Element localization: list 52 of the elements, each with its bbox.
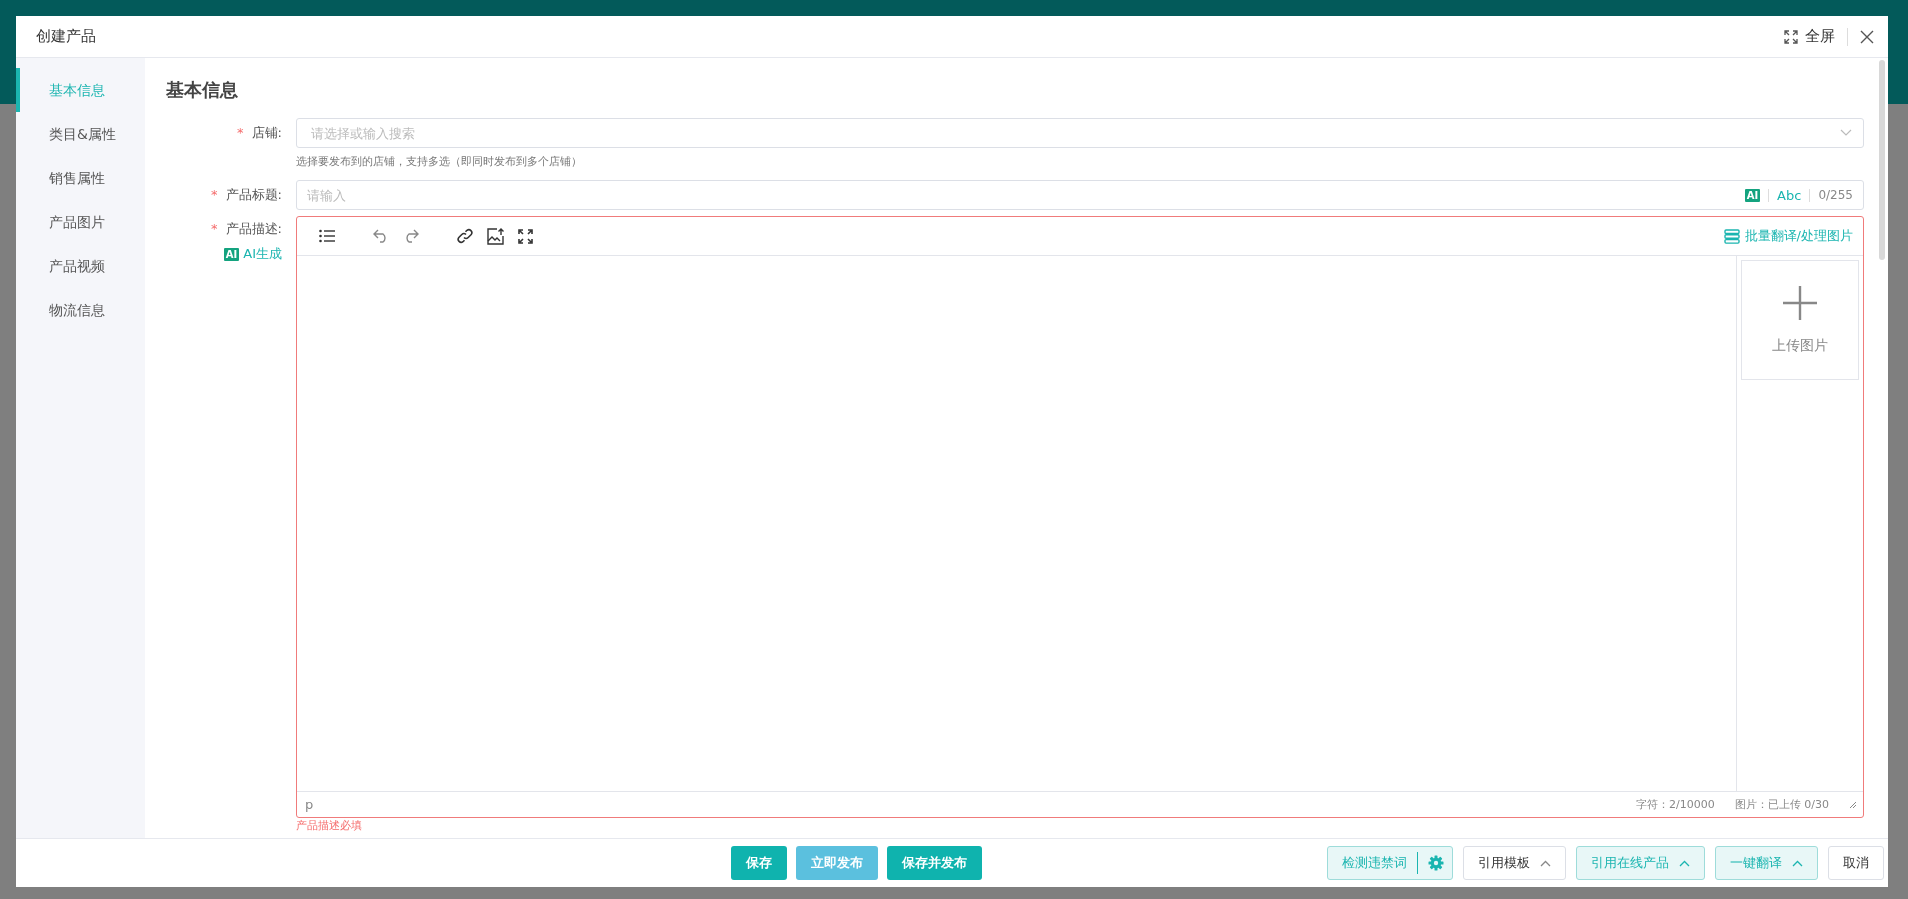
chevron-down-icon [1840, 129, 1852, 137]
sidebar-item[interactable]: 类目&属性 [16, 112, 145, 156]
footer-button[interactable]: 保存并发布 [887, 846, 982, 880]
sidebar-item[interactable]: 基本信息 [16, 68, 145, 112]
caret-up-icon [1792, 859, 1803, 867]
caret-up-icon [1540, 859, 1551, 867]
sidebar-item[interactable]: 物流信息 [16, 288, 145, 332]
fullscreen-button[interactable]: 全屏 [1784, 27, 1835, 46]
footer-button[interactable]: 引用模板 [1463, 846, 1566, 880]
scrollbar[interactable] [1879, 60, 1885, 260]
required-mark: * [211, 187, 218, 202]
required-mark: * [237, 125, 244, 140]
field-label: 产品描述: [225, 221, 282, 236]
field-label: 店铺: [251, 125, 282, 140]
field-label: 产品标题: [225, 187, 282, 202]
error-message: 产品描述必填 [296, 818, 363, 834]
undo-icon[interactable] [373, 229, 389, 243]
sidebar-item[interactable]: 产品图片 [16, 200, 145, 244]
upload-image-tile[interactable]: 上传图片 [1741, 260, 1859, 380]
resize-handle-icon[interactable] [1849, 800, 1857, 809]
field-hint: 选择要发布到的店铺，支持多选（即同时发布到多个店铺） [296, 154, 583, 170]
store-select[interactable]: 请选择或输入搜索 [296, 118, 1864, 148]
link-icon[interactable] [457, 228, 473, 244]
footer-button[interactable]: 一键翻译 [1715, 846, 1818, 880]
bulleted-list-icon[interactable] [319, 229, 335, 243]
section-title: 基本信息 [166, 78, 239, 102]
image-count: 图片：已上传 0/30 [1734, 797, 1829, 812]
redo-icon[interactable] [403, 229, 419, 243]
sidebar-item[interactable]: 销售属性 [16, 156, 145, 200]
ai-generate-link[interactable]: AI AI生成 [223, 244, 282, 264]
stacked-rows-icon [1723, 228, 1740, 244]
fullscreen-icon[interactable] [518, 228, 533, 244]
title-field[interactable]: 请输入 AI Abc 0/255 [296, 180, 1864, 210]
element-path: p [305, 797, 314, 812]
image-upload-icon[interactable] [487, 227, 504, 245]
footer-button[interactable]: 引用在线产品 [1576, 846, 1705, 880]
close-icon[interactable] [1860, 29, 1874, 44]
char-count: 字符：2/10000 [1636, 797, 1715, 812]
sidebar-item[interactable]: 产品视频 [16, 244, 145, 288]
abc-link[interactable]: Abc [1777, 187, 1802, 203]
plus-icon [1782, 285, 1818, 321]
caret-up-icon [1679, 859, 1690, 867]
footer-button[interactable]: 立即发布 [796, 846, 878, 880]
check-words-button[interactable]: 检测违禁词 [1327, 846, 1453, 880]
fullscreen-icon [1784, 29, 1798, 44]
footer-button[interactable]: 保存 [731, 846, 787, 880]
required-mark: * [211, 221, 218, 236]
dialog-title: 创建产品 [36, 27, 96, 46]
char-counter: 0/255 [1818, 188, 1853, 202]
footer-button[interactable]: 取消 [1828, 846, 1884, 880]
ai-badge[interactable]: AI [1744, 188, 1761, 202]
batch-translate-link[interactable]: 批量翻译/处理图片 [1723, 227, 1853, 245]
